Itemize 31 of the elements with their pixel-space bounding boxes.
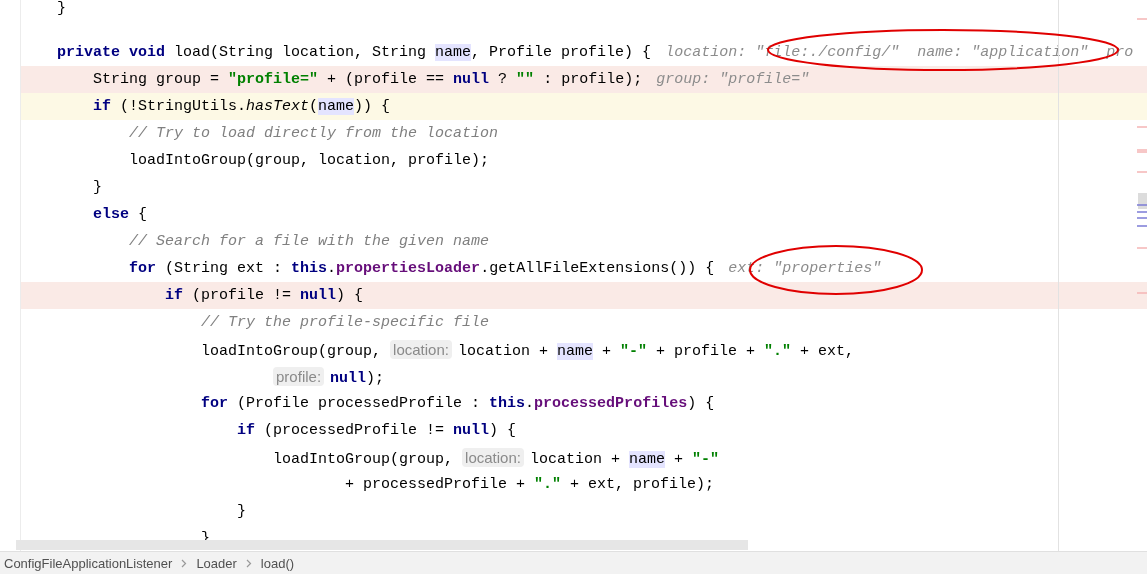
- code-text: location + name + "-" + profile + "." + ext,: [457, 343, 855, 360]
- code-text: }: [237, 503, 247, 520]
- code-text: + processedProfile + "." + ext, profile);: [345, 476, 715, 493]
- code-text: }: [57, 0, 66, 17]
- code-text: if (!StringUtils.hasText(name)) {: [93, 98, 391, 115]
- code-text: else {: [93, 206, 148, 223]
- horizontal-scrollbar[interactable]: [16, 540, 748, 551]
- code-text: location + name + "-": [529, 451, 719, 468]
- code-text: for (String ext : this.propertiesLoader.getAllFileExtensions()) {: [129, 260, 715, 277]
- code-text: if (processedProfile != null) {: [237, 422, 517, 439]
- code-text: // Try the profile-specific file: [201, 314, 490, 331]
- chevron-right-icon: [245, 558, 252, 568]
- code-text: }: [93, 179, 102, 196]
- breadcrumb-item[interactable]: load(): [260, 555, 295, 571]
- code-text: for (Profile processedProfile : this.processedProfiles) {: [201, 395, 715, 412]
- chevron-right-icon: [181, 558, 188, 568]
- code-text: // Search for a file with the given name: [129, 233, 490, 250]
- code-text: loadIntoGroup(group,: [201, 343, 383, 360]
- code-text: String group = "profile=" + (profile == null ? "" : profile);: [93, 71, 643, 88]
- code-text: loadIntoGroup(group, location, profile);: [129, 152, 490, 169]
- breadcrumb-item[interactable]: ConfigFileApplicationListener: [4, 555, 173, 571]
- code-text: // Try to load directly from the location: [129, 125, 499, 142]
- breadcrumb-item[interactable]: Loader: [196, 555, 237, 571]
- code-text: null);: [330, 370, 385, 387]
- code-text: loadIntoGroup(group,: [273, 451, 455, 468]
- parameter-hint: location:: [390, 340, 452, 359]
- parameter-hint: location:: [462, 448, 524, 467]
- parameter-hint: profile:: [273, 367, 325, 386]
- inline-value-hint: group: "profile=": [656, 71, 810, 88]
- code-text: if (profile != null) {: [165, 287, 364, 304]
- code-text: private void load(String location, String name, Profile profile) {: [57, 44, 652, 61]
